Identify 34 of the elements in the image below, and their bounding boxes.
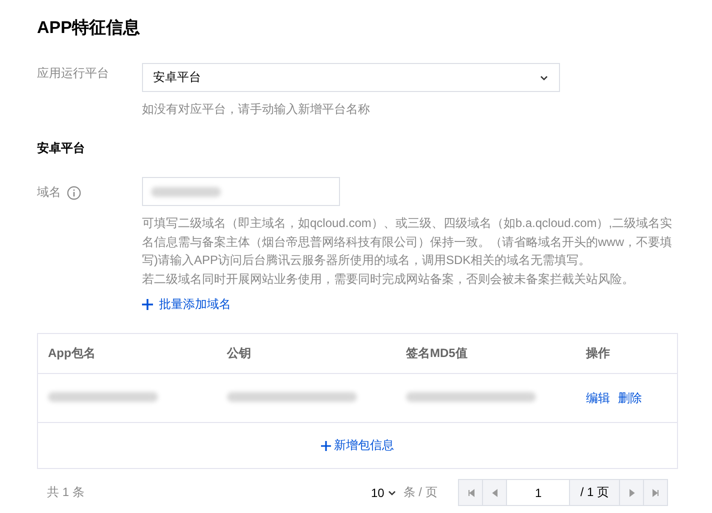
per-page-label: 条 / 页 [403, 484, 438, 501]
next-page-button[interactable] [619, 479, 644, 506]
redacted-text [151, 186, 221, 196]
description-text: 若二级域名同时开展网站业务使用，需要同时完成网站备案，否则会被未备案拦截关站风险。 [142, 270, 635, 288]
page-input-field[interactable]: 1 [506, 479, 570, 506]
column-header: 操作 [586, 345, 611, 362]
subsection-title: 安卓平台 [37, 140, 86, 157]
row-action-link[interactable]: 编辑 [586, 390, 610, 406]
column-header: 签名MD5值 [406, 345, 468, 362]
field-label: 应用运行平台 [37, 65, 110, 82]
total-count: 共 1 条 [47, 484, 84, 501]
first-page-icon [466, 488, 476, 498]
field-label: 域名 [37, 184, 61, 201]
add-package-button[interactable]: 新增包信息 [321, 437, 394, 454]
platform-select[interactable]: 安卓平台 [142, 63, 560, 92]
row-action-link[interactable]: 删除 [618, 390, 642, 406]
column-header: 公钥 [227, 345, 252, 362]
previous-icon [490, 488, 500, 498]
info-icon[interactable] [67, 186, 81, 200]
batch-add-link[interactable]: 批量添加域名 [142, 296, 231, 313]
section-title: APP特征信息 [37, 17, 141, 39]
plus-icon [142, 299, 153, 310]
description-text: 可填写二级域名（即主域名，如qcloud.com）、或三级、四级域名（如b.a.qcloud.com）,二级域名实名信息需与备案主体（烟台帝思普网络科技有限公司）保持一致。（请省略域名开头的www，不要填写)请输入APP访问后台腾讯云服务器所使用的域名，调用SDK相关的域名无需填写。 [142, 215, 674, 269]
last-page-icon [650, 488, 660, 498]
previous-page-button[interactable] [482, 479, 508, 506]
last-page-button[interactable] [643, 479, 668, 506]
page-total: / 1 页 [569, 479, 620, 506]
column-header: App包名 [48, 345, 96, 362]
hint-text: 如没有对应平台，请手动输入新增平台名称 [142, 101, 371, 118]
next-icon [626, 488, 636, 498]
page-size-select[interactable]: 10 [370, 486, 398, 500]
plus-icon [321, 440, 331, 450]
domain-input-field[interactable] [142, 177, 340, 206]
first-page-button[interactable] [458, 479, 484, 506]
